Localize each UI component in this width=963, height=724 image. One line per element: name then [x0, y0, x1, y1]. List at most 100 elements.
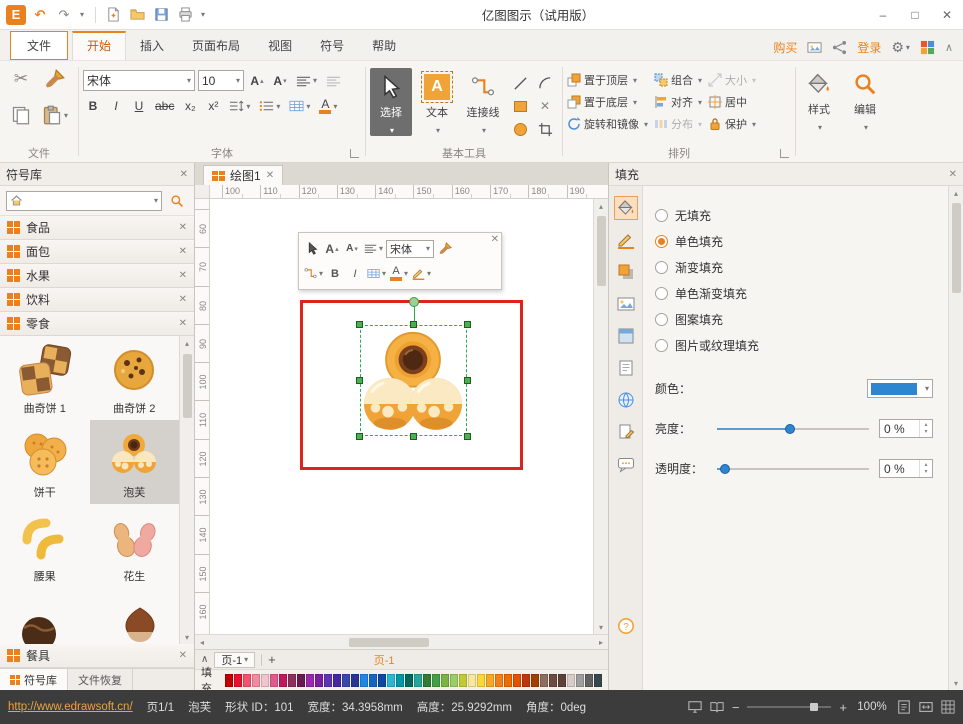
new-document-button[interactable]: [103, 5, 123, 25]
palette-swatch[interactable]: [315, 674, 323, 687]
app-logo-icon[interactable]: E: [6, 5, 26, 25]
palette-swatch[interactable]: [495, 674, 503, 687]
arc-tool-button[interactable]: [533, 72, 557, 94]
symbol-truffle[interactable]: [0, 588, 90, 644]
tab-file[interactable]: 文件: [10, 31, 68, 60]
arrange-组合[interactable]: 组合: [654, 71, 702, 88]
mini-font-select[interactable]: 宋体: [386, 240, 434, 258]
ribbon-tab-5[interactable]: 符号: [306, 31, 358, 60]
resize-handle[interactable]: [410, 433, 417, 440]
mini-pen-button[interactable]: [411, 264, 432, 284]
opacity-value-input[interactable]: 0 % ▴▾: [879, 459, 933, 478]
symbol-chestnut[interactable]: [90, 588, 180, 644]
redo-dropdown[interactable]: [78, 5, 88, 25]
zoom-in-button[interactable]: +: [839, 700, 847, 715]
resize-handle[interactable]: [356, 377, 363, 384]
cream-puff-shape[interactable]: [363, 329, 463, 433]
mini-select-button[interactable]: [303, 239, 321, 259]
mini-connector-button[interactable]: [303, 264, 324, 284]
symbol-曲奇饼 1[interactable]: 曲奇饼 1: [0, 336, 90, 420]
ribbon-tab-1[interactable]: 开始: [72, 31, 126, 60]
category-面包[interactable]: 面包✕: [0, 240, 194, 264]
comment-tool-button[interactable]: [614, 452, 638, 476]
connector-tool-button[interactable]: 连接线: [462, 68, 504, 136]
scroll-up-icon[interactable]: ▴: [594, 199, 608, 213]
style-button[interactable]: 样式: [800, 65, 838, 133]
search-button[interactable]: [166, 191, 188, 211]
page-view-button[interactable]: [710, 700, 724, 714]
palette-swatch[interactable]: [270, 674, 278, 687]
category-食品[interactable]: 食品✕: [0, 216, 194, 240]
cut-button[interactable]: ✂: [6, 69, 36, 89]
palette-swatch[interactable]: [225, 674, 233, 687]
login-link[interactable]: 登录: [857, 39, 881, 56]
page-tab[interactable]: 页-1: [214, 652, 255, 668]
palette-swatch[interactable]: [576, 674, 584, 687]
palette-swatch[interactable]: [261, 674, 269, 687]
resize-handle[interactable]: [356, 321, 363, 328]
font-family-select[interactable]: 宋体: [83, 70, 195, 91]
delete-shape-button[interactable]: ✕: [533, 95, 557, 117]
export-image-button[interactable]: [807, 40, 822, 55]
scroll-up-icon[interactable]: ▴: [180, 336, 194, 350]
scroll-thumb[interactable]: [349, 638, 429, 647]
category-饮料[interactable]: 饮料✕: [0, 288, 194, 312]
redo-button[interactable]: ↷: [54, 5, 74, 25]
resize-handle[interactable]: [356, 433, 363, 440]
fill-option-渐变填充[interactable]: 渐变填充: [655, 254, 933, 280]
category-水果[interactable]: 水果✕: [0, 264, 194, 288]
palette-swatch[interactable]: [477, 674, 485, 687]
selected-shape[interactable]: [360, 325, 467, 436]
symbol-scrollbar[interactable]: ▴ ▾: [179, 336, 194, 644]
minimize-button[interactable]: –: [867, 0, 899, 29]
close-category-icon[interactable]: ✕: [179, 270, 187, 281]
palette-swatch[interactable]: [567, 674, 575, 687]
canvas-vertical-scrollbar[interactable]: ▴ ▾: [593, 199, 608, 634]
ribbon-tab-4[interactable]: 视图: [254, 31, 306, 60]
palette-swatch[interactable]: [333, 674, 341, 687]
symbol-花生[interactable]: 花生: [90, 504, 180, 588]
library-selector[interactable]: [6, 191, 162, 211]
category-tableware[interactable]: 餐具 ✕: [0, 644, 194, 668]
line-tool-button[interactable]: [508, 72, 532, 94]
close-category-icon[interactable]: ✕: [179, 294, 187, 305]
arrange-居中[interactable]: 居中: [708, 93, 756, 110]
drawing-canvas[interactable]: ✕ A▴ A▾ 宋体 B I A: [210, 199, 593, 634]
italic-button[interactable]: I: [106, 96, 126, 116]
fit-page-button[interactable]: [897, 700, 911, 714]
scroll-left-icon[interactable]: ◂: [195, 635, 209, 649]
text-direction-button[interactable]: [323, 71, 344, 91]
palette-swatch[interactable]: [234, 674, 242, 687]
plugins-button[interactable]: [920, 40, 935, 55]
tab-symbol-library[interactable]: 符号库: [0, 669, 68, 690]
palette-swatch[interactable]: [432, 674, 440, 687]
close-panel-button[interactable]: ✕: [180, 169, 188, 180]
arrange-保护[interactable]: 保护: [708, 115, 756, 132]
help-tool-button[interactable]: ?: [614, 614, 638, 638]
palette-swatch[interactable]: [441, 674, 449, 687]
active-page-label[interactable]: 页-1: [374, 652, 395, 668]
resize-handle[interactable]: [464, 377, 471, 384]
mini-italic-button[interactable]: I: [346, 264, 364, 284]
slider-handle[interactable]: [785, 424, 795, 434]
save-button[interactable]: [151, 5, 171, 25]
fill-option-图片或纹理填充[interactable]: 图片或纹理填充: [655, 332, 933, 358]
slider-handle[interactable]: [720, 464, 730, 474]
palette-swatch[interactable]: [468, 674, 476, 687]
fill-color-picker[interactable]: [867, 379, 933, 398]
arrange-旋转和镜像[interactable]: 旋转和镜像: [567, 115, 648, 132]
zoom-out-button[interactable]: −: [732, 700, 740, 715]
arrange-分布[interactable]: 分布: [654, 115, 702, 132]
tab-file-recovery[interactable]: 文件恢复: [68, 669, 133, 690]
canvas-horizontal-scrollbar[interactable]: ◂ ▸: [195, 634, 608, 649]
arrange-dialog-launcher[interactable]: [780, 149, 789, 158]
font-dialog-launcher[interactable]: [350, 149, 359, 158]
palette-swatch[interactable]: [351, 674, 359, 687]
presentation-mode-button[interactable]: [688, 700, 702, 714]
fill-panel-scrollbar[interactable]: ▴ ▾: [948, 186, 963, 690]
brightness-slider[interactable]: [717, 422, 869, 436]
grid-toggle-button[interactable]: [941, 700, 955, 714]
arrange-大小[interactable]: 大小: [708, 71, 756, 88]
close-category-icon[interactable]: ✕: [179, 246, 187, 257]
bullet-list-button[interactable]: [256, 96, 283, 116]
